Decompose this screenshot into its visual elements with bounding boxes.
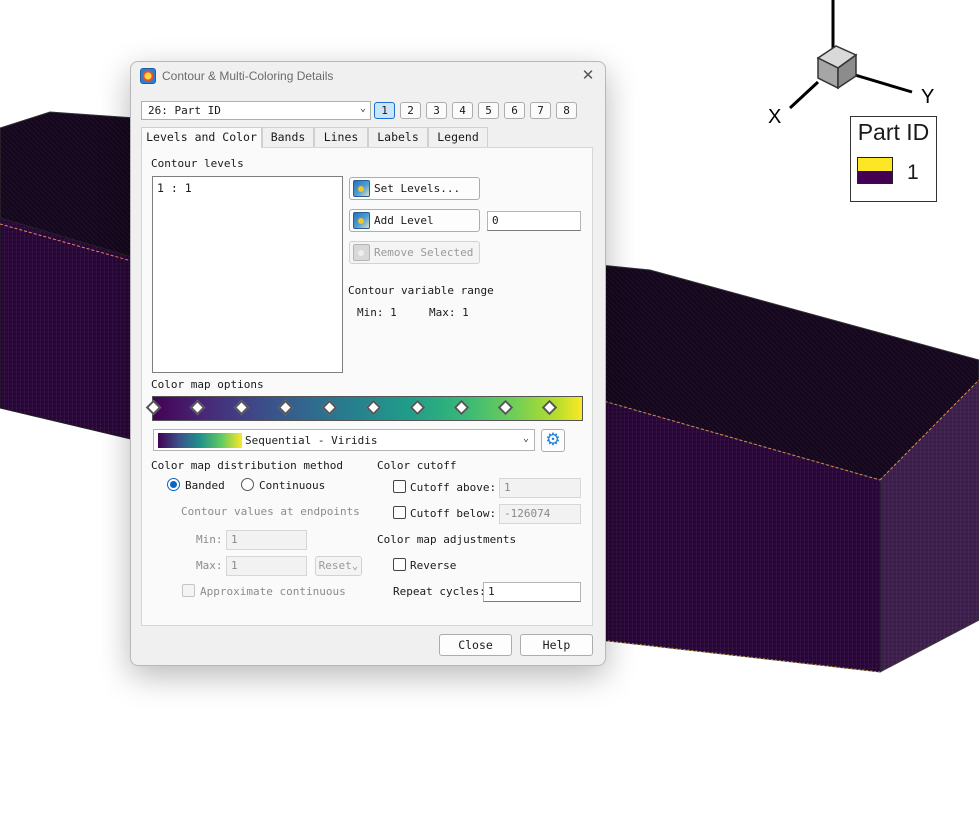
adjustments-label: Color map adjustments (377, 533, 517, 546)
group-button-5[interactable]: 5 (478, 102, 499, 119)
group-button-6[interactable]: 6 (504, 102, 525, 119)
add-level-input[interactable]: 0 (487, 211, 581, 231)
distribution-label: Color map distribution method (151, 459, 344, 472)
endpoint-min-label: Min: (196, 533, 223, 546)
contour-variable-value: 26: Part ID (148, 104, 221, 117)
list-item[interactable]: 1 : 1 (157, 181, 338, 195)
remove-selected-button[interactable]: Remove Selected (349, 241, 480, 264)
color-map-control-point[interactable] (321, 399, 338, 416)
add-level-button[interactable]: Add Level (349, 209, 480, 232)
color-map-swatch (158, 433, 242, 448)
cutoff-above-input[interactable]: 1 (499, 478, 581, 498)
tab-labels[interactable]: Labels (368, 127, 428, 147)
dialog-titlebar[interactable]: Contour & Multi-Coloring Details ✕ (131, 62, 605, 92)
y-axis-label: Y (921, 86, 935, 108)
remove-selected-icon (353, 244, 370, 261)
endpoint-min-input[interactable]: 1 (226, 530, 307, 550)
legend-value: 1 (907, 161, 919, 184)
axes-cube (816, 45, 858, 90)
color-map-control-point[interactable] (277, 399, 294, 416)
chevron-down-icon: ⌄ (351, 559, 359, 572)
color-map-control-point[interactable] (145, 399, 162, 416)
set-levels-label: Set Levels... (374, 182, 461, 195)
endpoint-max-label: Max: (196, 559, 223, 572)
approx-continuous-label[interactable]: Approximate continuous (200, 585, 346, 598)
color-cutoff-label: Color cutoff (377, 459, 457, 472)
cutoff-below-label[interactable]: Cutoff below: (410, 507, 496, 520)
color-map-control-point[interactable] (453, 399, 470, 416)
repeat-cycles-input[interactable]: 1 (483, 582, 581, 602)
tab-lines[interactable]: Lines (314, 127, 368, 147)
legend-swatch (857, 157, 893, 184)
continuous-radio[interactable] (241, 478, 254, 491)
app-icon (140, 68, 156, 84)
levels-and-color-panel: Contour levels 1 : 1 Set Levels... Add L… (141, 147, 593, 626)
mesh-block-right (599, 264, 979, 673)
tab-levels-and-color[interactable]: Levels and Color (141, 127, 262, 148)
set-levels-button[interactable]: Set Levels... (349, 177, 480, 200)
banded-label[interactable]: Banded (185, 479, 225, 492)
chevron-down-icon: ⌄ (359, 103, 366, 114)
tab-bands[interactable]: Bands (262, 127, 314, 147)
color-map-control-point[interactable] (497, 399, 514, 416)
group-button-3[interactable]: 3 (426, 102, 447, 119)
contour-details-dialog: Contour & Multi-Coloring Details ✕ 26: P… (130, 61, 606, 666)
group-button-1[interactable]: 1 (374, 102, 395, 119)
remove-selected-label: Remove Selected (374, 246, 474, 259)
approx-continuous-checkbox[interactable] (182, 584, 195, 597)
color-map-select[interactable]: Sequential - Viridis ⌄ (153, 429, 535, 451)
gear-icon[interactable]: ⚙ (541, 429, 565, 452)
color-map-control-point[interactable] (409, 399, 426, 416)
set-levels-icon (353, 180, 370, 197)
cutoff-above-checkbox[interactable] (393, 480, 406, 493)
chevron-down-icon: ⌄ (522, 433, 529, 444)
reset-label: Reset (318, 559, 352, 572)
color-map-name: Sequential - Viridis (245, 434, 378, 447)
group-button-2[interactable]: 2 (400, 102, 421, 119)
color-map-control-point[interactable] (189, 399, 206, 416)
help-button[interactable]: Help (520, 634, 593, 656)
x-axis-label: X (768, 106, 782, 128)
continuous-label[interactable]: Continuous (259, 479, 325, 492)
tab-legend[interactable]: Legend (428, 127, 488, 147)
contour-variable-select[interactable]: 26: Part ID ⌄ (141, 101, 371, 120)
reverse-label[interactable]: Reverse (410, 559, 456, 572)
color-map-control-point[interactable] (233, 399, 250, 416)
color-map-control-point[interactable] (365, 399, 382, 416)
group-button-7[interactable]: 7 (530, 102, 551, 119)
banded-radio[interactable] (167, 478, 180, 491)
cutoff-above-label[interactable]: Cutoff above: (410, 481, 496, 494)
add-level-label: Add Level (374, 214, 434, 227)
mesh-block-left (0, 111, 136, 441)
group-button-4[interactable]: 4 (452, 102, 473, 119)
repeat-cycles-label: Repeat cycles: (393, 585, 486, 598)
color-map-options-label: Color map options (151, 378, 264, 391)
cutoff-below-input[interactable]: -126074 (499, 504, 581, 524)
legend-title: Part ID (857, 119, 930, 145)
part-id-legend[interactable]: Part ID 1 (850, 116, 937, 202)
variable-range-label: Contour variable range (348, 284, 494, 297)
dialog-title: Contour & Multi-Coloring Details (162, 69, 334, 83)
range-max: Max: 1 (429, 306, 469, 319)
color-map-control-point[interactable] (541, 399, 558, 416)
add-level-icon (353, 212, 370, 229)
range-min: Min: 1 (357, 306, 397, 319)
color-map-bar[interactable] (145, 396, 583, 421)
cutoff-below-checkbox[interactable] (393, 506, 406, 519)
contour-levels-label: Contour levels (151, 157, 244, 170)
endpoint-max-input[interactable]: 1 (226, 556, 307, 576)
close-icon[interactable]: ✕ (579, 66, 597, 84)
reverse-checkbox[interactable] (393, 558, 406, 571)
reset-button[interactable]: Reset⌄ (315, 556, 362, 576)
contour-levels-list[interactable]: 1 : 1 (152, 176, 343, 373)
group-button-8[interactable]: 8 (556, 102, 577, 119)
close-button[interactable]: Close (439, 634, 512, 656)
endpoints-label: Contour values at endpoints (181, 505, 360, 518)
